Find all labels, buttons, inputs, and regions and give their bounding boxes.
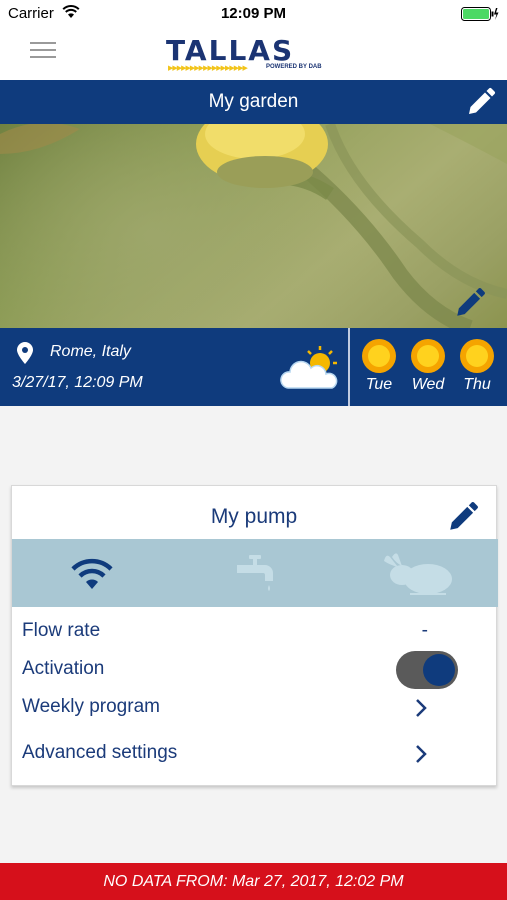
pump-card: My pump Flow rate - Activation Weekly pr… xyxy=(11,485,498,786)
location-text: Rome, Italy xyxy=(50,343,131,360)
location-pin-icon xyxy=(17,342,33,364)
toggle-knob xyxy=(423,654,455,686)
battery-icon xyxy=(461,7,499,21)
forecast-day-label: Thu xyxy=(463,376,491,393)
forecast-day-wed: Wed xyxy=(405,338,451,402)
garden-title-bar: My garden xyxy=(0,80,507,124)
logo-arrows-decoration: ▶▶▶▶▶▶▶▶▶▶▶▶▶▶▶▶▶▶ xyxy=(168,65,248,72)
sun-icon xyxy=(411,339,445,373)
garden-photo[interactable] xyxy=(0,124,507,328)
faucet-icon[interactable] xyxy=(231,551,279,597)
sun-icon xyxy=(362,339,396,373)
forecast-day-label: Tue xyxy=(365,376,393,393)
weather-divider xyxy=(348,328,350,406)
garden-title: My garden xyxy=(208,91,299,112)
status-bar: Carrier 12:09 PM xyxy=(0,0,507,28)
weather-bar: Rome, Italy 3/27/17, 12:09 PM Tue Wed Th… xyxy=(0,328,507,406)
logo-tagline: POWERED BY DAB xyxy=(266,64,322,70)
partly-cloudy-icon xyxy=(280,346,338,389)
chevron-right-icon xyxy=(416,745,427,763)
weather-datetime: 3/27/17, 12:09 PM xyxy=(12,374,143,391)
advanced-settings-row[interactable]: Advanced settings xyxy=(22,737,486,769)
flow-rate-label: Flow rate xyxy=(22,620,101,641)
forecast-day-tue: Tue xyxy=(356,338,402,402)
pump-title: My pump xyxy=(210,505,298,528)
wifi-icon[interactable] xyxy=(68,551,116,597)
chevron-right-icon xyxy=(416,699,427,717)
flow-rate-row: Flow rate - xyxy=(22,615,486,647)
edit-garden-pencil-icon[interactable] xyxy=(465,86,497,118)
forecast-day-thu: Thu xyxy=(454,338,500,402)
edit-pump-pencil-icon[interactable] xyxy=(446,500,480,534)
weekly-program-label: Weekly program xyxy=(22,696,160,717)
activation-row: Activation xyxy=(22,651,486,689)
no-data-alert: NO DATA FROM: Mar 27, 2017, 12:02 PM xyxy=(0,863,507,900)
activation-label: Activation xyxy=(22,658,105,679)
flow-rate-value: - xyxy=(421,620,428,641)
app-header: TALLAS ▶▶▶▶▶▶▶▶▶▶▶▶▶▶▶▶▶▶ POWERED BY DAB xyxy=(0,28,507,80)
activation-toggle[interactable] xyxy=(396,651,458,689)
menu-icon[interactable] xyxy=(30,42,56,60)
garden-flower-image xyxy=(0,124,507,328)
advanced-settings-label: Advanced settings xyxy=(22,742,178,763)
tallas-logo: TALLAS ▶▶▶▶▶▶▶▶▶▶▶▶▶▶▶▶▶▶ POWERED BY DAB xyxy=(166,34,344,74)
pump-status-icons xyxy=(12,539,498,607)
status-time: 12:09 PM xyxy=(220,5,287,22)
logo-text: TALLAS xyxy=(166,34,295,67)
weekly-program-row[interactable]: Weekly program xyxy=(22,691,486,723)
forecast-day-label: Wed xyxy=(411,376,445,393)
sun-icon xyxy=(460,339,494,373)
edit-photo-pencil-icon[interactable] xyxy=(453,286,487,320)
rabbit-icon[interactable] xyxy=(380,551,456,597)
